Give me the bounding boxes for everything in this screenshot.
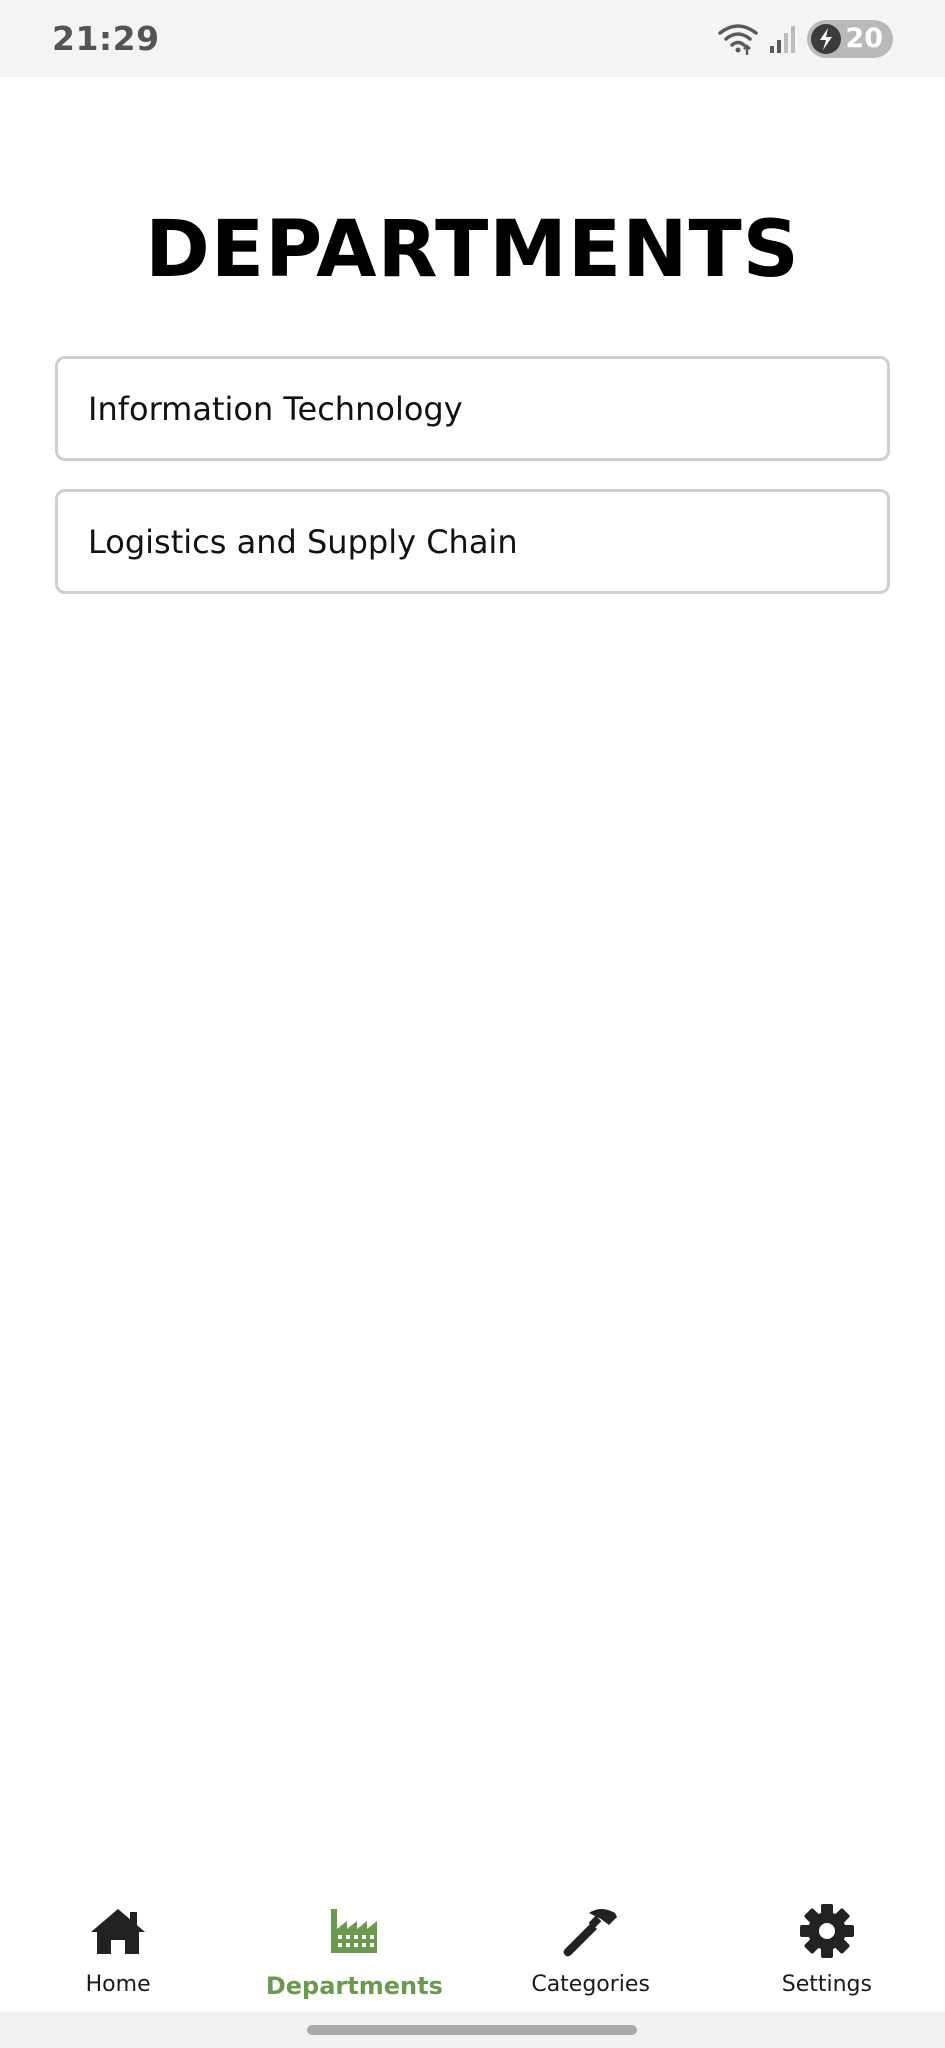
- department-label: Information Technology: [88, 389, 463, 428]
- nav-item-settings[interactable]: Settings: [709, 1880, 945, 2012]
- nav-item-categories[interactable]: Categories: [473, 1880, 709, 2012]
- status-bar: 21:29 20: [0, 0, 945, 77]
- department-label: Logistics and Supply Chain: [88, 522, 518, 561]
- battery-charging-icon: [811, 23, 842, 54]
- status-time: 21:29: [52, 19, 160, 58]
- department-list: Information Technology Logistics and Sup…: [55, 356, 890, 622]
- status-icons: 20: [717, 19, 893, 58]
- page-title: DEPARTMENTS: [145, 205, 800, 295]
- nav-label-departments: Departments: [265, 1972, 443, 2000]
- home-icon: [88, 1902, 148, 1960]
- signal-icon: [769, 24, 797, 54]
- home-indicator[interactable]: [307, 2025, 637, 2035]
- battery-indicator: 20: [807, 19, 893, 58]
- nav-item-departments[interactable]: Departments: [236, 1880, 472, 2012]
- wifi-icon: [717, 22, 759, 56]
- battery-level: 20: [845, 23, 883, 54]
- screen: 21:29 20 DEPARTMENTS Information Technol…: [0, 0, 945, 2048]
- nav-label-settings: Settings: [781, 1972, 872, 1997]
- gear-icon: [799, 1902, 855, 1960]
- department-item-logistics-and-supply-chain[interactable]: Logistics and Supply Chain: [55, 489, 890, 594]
- nav-label-home: Home: [85, 1972, 151, 1997]
- nav-item-home[interactable]: Home: [0, 1880, 236, 2012]
- factory-icon: [329, 1902, 379, 1960]
- department-item-information-technology[interactable]: Information Technology: [55, 356, 890, 461]
- bottom-navigation: Home Departments Categories Settings: [0, 1880, 945, 2012]
- hammer-icon: [561, 1902, 621, 1960]
- nav-label-categories: Categories: [531, 1972, 650, 1997]
